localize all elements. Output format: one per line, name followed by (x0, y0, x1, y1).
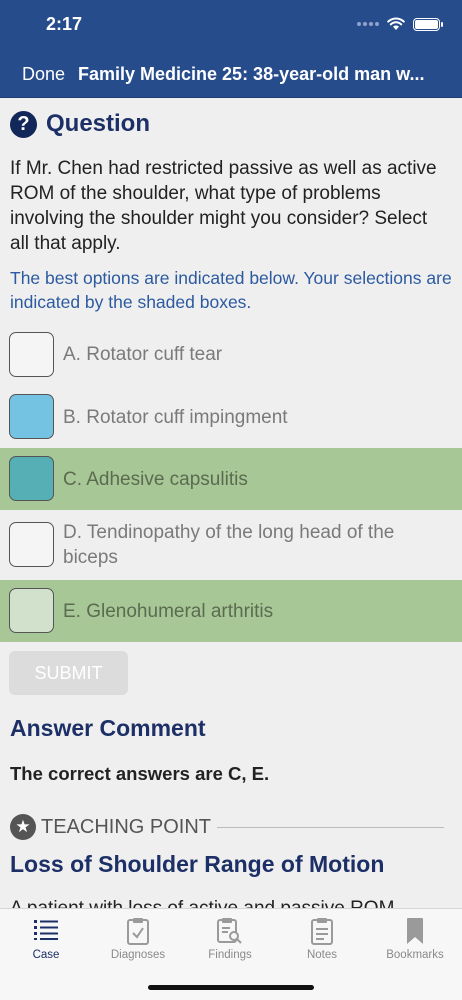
battery-icon (413, 17, 443, 31)
question-heading: Question (46, 110, 151, 137)
tab-notes[interactable]: Notes (276, 909, 368, 971)
answer-comment-text: The correct answers are C, E. (10, 763, 270, 784)
star-icon: ★ (10, 814, 36, 840)
option-label: B. Rotator cuff impingment (63, 407, 288, 428)
question-content[interactable]: ? Question If Mr. Chen had restricted pa… (0, 98, 462, 908)
home-indicator[interactable] (148, 985, 314, 990)
question-circle-icon: ? (10, 110, 37, 138)
list-icon (34, 920, 58, 940)
tab-findings[interactable]: Findings (184, 909, 276, 971)
option-checkbox[interactable] (9, 394, 54, 439)
teaching-point-body: A patient with loss of active and passiv… (10, 898, 394, 908)
question-header: ? Question (10, 110, 150, 138)
tab-label: Case (32, 949, 60, 961)
clipboard-check-icon (127, 918, 149, 945)
tab-diagnoses[interactable]: Diagnoses (92, 909, 184, 971)
option-d[interactable]: D. Tendinopathy of the long head of the … (0, 512, 462, 578)
teaching-point-header: ★ TEACHING POINT (10, 814, 444, 840)
tab-label: Diagnoses (110, 949, 166, 961)
teaching-point-label: TEACHING POINT (41, 815, 212, 838)
teaching-point-title: Loss of Shoulder Range of Motion (10, 851, 385, 877)
option-e[interactable]: E. Glenohumeral arthritis (0, 580, 462, 642)
option-a[interactable]: A. Rotator cuff tear (0, 324, 462, 384)
option-label: A. Rotator cuff tear (63, 344, 223, 365)
answer-comment-title: Answer Comment (10, 715, 206, 741)
tab-bookmarks[interactable]: Bookmarks (368, 909, 462, 971)
option-label: E. Glenohumeral arthritis (63, 601, 274, 622)
signal-icon (357, 21, 379, 27)
option-checkbox[interactable] (9, 332, 54, 377)
question-text: If Mr. Chen had restricted passive as we… (10, 158, 437, 254)
answer-hint: The best options are indicated below. Yo… (10, 268, 452, 312)
status-icons (357, 17, 443, 31)
nav-bar: Done Family Medicine 25: 38-year-old man… (0, 52, 462, 98)
wifi-icon (387, 17, 405, 30)
tab-label: Notes (306, 949, 338, 961)
clipboard-notes-icon (311, 918, 333, 945)
divider (217, 826, 444, 828)
status-bar: 2:17 (0, 0, 462, 52)
option-label: D. Tendinopathy of the long head of the … (63, 522, 395, 568)
option-checkbox[interactable] (9, 588, 54, 633)
option-checkbox[interactable] (9, 522, 54, 567)
option-c[interactable]: C. Adhesive capsulitis (0, 448, 462, 510)
option-b[interactable]: B. Rotator cuff impingment (0, 386, 462, 448)
tab-case[interactable]: Case (0, 909, 92, 971)
submit-button[interactable]: SUBMIT (9, 651, 128, 695)
clipboard-search-icon (217, 918, 242, 944)
nav-title: Family Medicine 25: 38-year-old man w... (78, 64, 425, 84)
tab-label: Findings (208, 949, 252, 961)
done-button[interactable]: Done (22, 64, 65, 85)
option-label: C. Adhesive capsulitis (63, 469, 248, 490)
status-time: 2:17 (46, 14, 83, 34)
bookmark-icon (407, 918, 423, 944)
tab-label: Bookmarks (386, 949, 444, 961)
option-checkbox[interactable] (9, 456, 54, 501)
